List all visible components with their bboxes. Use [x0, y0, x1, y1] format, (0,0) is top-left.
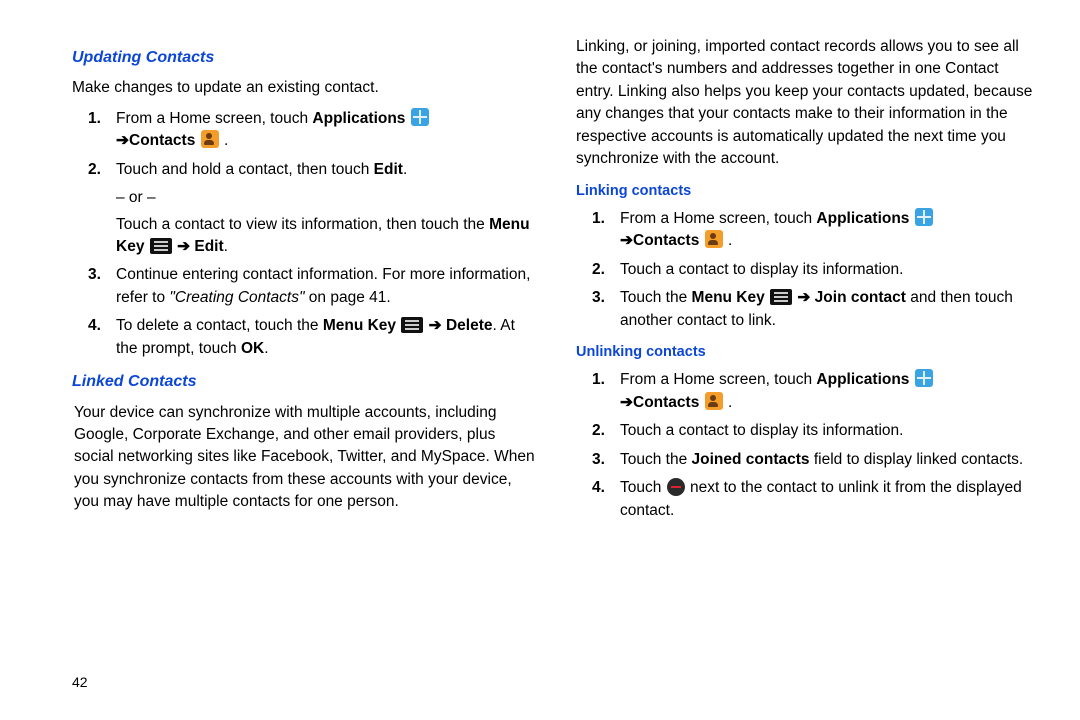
unlinking-steps: 1. From a Home screen, touch Application… — [576, 369, 1040, 522]
unlink-step-3: 3. Touch the Joined contacts field to di… — [576, 449, 1040, 471]
left-column: Updating Contacts Make changes to update… — [72, 36, 536, 528]
contacts-icon — [201, 130, 219, 148]
step-text: Continue entering contact information. F… — [116, 266, 530, 305]
linked-contacts-para: Your device can synchronize with multipl… — [72, 402, 536, 514]
linking-steps: 1. From a Home screen, touch Application… — [576, 208, 1040, 332]
step-number: 3. — [88, 264, 101, 286]
step-3: 3. Continue entering contact information… — [72, 264, 536, 309]
applications-icon — [915, 208, 933, 226]
contacts-icon — [705, 230, 723, 248]
menu-key-icon — [770, 289, 792, 305]
contacts-icon — [705, 392, 723, 410]
step-number: 1. — [88, 108, 101, 130]
link-step-1: 1. From a Home screen, touch Application… — [576, 208, 1040, 253]
step-text: Touch a contact to display its informati… — [620, 422, 903, 439]
menu-key-icon — [150, 238, 172, 254]
step-text: Touch a contact to display its informati… — [620, 261, 903, 278]
step-number: 3. — [592, 287, 605, 309]
unlink-step-1: 1. From a Home screen, touch Application… — [576, 369, 1040, 414]
step-text: From a Home screen, touch Applications ➔… — [116, 110, 430, 149]
step-number: 2. — [592, 420, 605, 442]
updating-intro: Make changes to update an existing conta… — [72, 77, 536, 99]
applications-icon — [411, 108, 429, 126]
step-text: Touch the Menu Key ➔ Join contact and th… — [620, 289, 1013, 328]
step-number: 4. — [88, 315, 101, 337]
step-2-alt: Touch a contact to view its information,… — [72, 214, 536, 259]
manual-page: Updating Contacts Make changes to update… — [0, 0, 1080, 528]
heading-linked-contacts: Linked Contacts — [72, 370, 536, 393]
step-4: 4. To delete a contact, touch the Menu K… — [72, 315, 536, 360]
step-text: From a Home screen, touch Applications ➔… — [620, 210, 934, 249]
applications-icon — [915, 369, 933, 387]
updating-steps-cont: 3. Continue entering contact information… — [72, 264, 536, 360]
link-step-3: 3. Touch the Menu Key ➔ Join contact and… — [576, 287, 1040, 332]
step-text: From a Home screen, touch Applications ➔… — [620, 371, 934, 410]
unlink-step-4: 4. Touch next to the contact to unlink i… — [576, 477, 1040, 522]
step-number: 3. — [592, 449, 605, 471]
step-number: 4. — [592, 477, 605, 499]
step-number: 1. — [592, 208, 605, 230]
step-text: Touch next to the contact to unlink it f… — [620, 479, 1022, 518]
updating-steps: 1. From a Home screen, touch Application… — [72, 108, 536, 181]
step-text: Touch and hold a contact, then touch Edi… — [116, 161, 407, 178]
step-number: 2. — [88, 159, 101, 181]
page-number: 42 — [72, 672, 88, 692]
step-1: 1. From a Home screen, touch Application… — [72, 108, 536, 153]
remove-icon — [667, 478, 685, 496]
heading-unlinking-contacts: Unlinking contacts — [576, 342, 1040, 363]
heading-updating-contacts: Updating Contacts — [72, 46, 536, 69]
menu-key-icon — [401, 317, 423, 333]
step-text: To delete a contact, touch the Menu Key … — [116, 317, 515, 356]
heading-linking-contacts: Linking contacts — [576, 181, 1040, 202]
link-step-2: 2. Touch a contact to display its inform… — [576, 259, 1040, 281]
step-text: Touch the Joined contacts field to displ… — [620, 451, 1023, 468]
unlink-step-2: 2. Touch a contact to display its inform… — [576, 420, 1040, 442]
step-number: 1. — [592, 369, 605, 391]
step-number: 2. — [592, 259, 605, 281]
step-2: 2. Touch and hold a contact, then touch … — [72, 159, 536, 181]
right-column: Linking, or joining, imported contact re… — [576, 36, 1040, 528]
linking-intro: Linking, or joining, imported contact re… — [576, 36, 1040, 171]
step-2-or: – or – — [72, 187, 536, 209]
